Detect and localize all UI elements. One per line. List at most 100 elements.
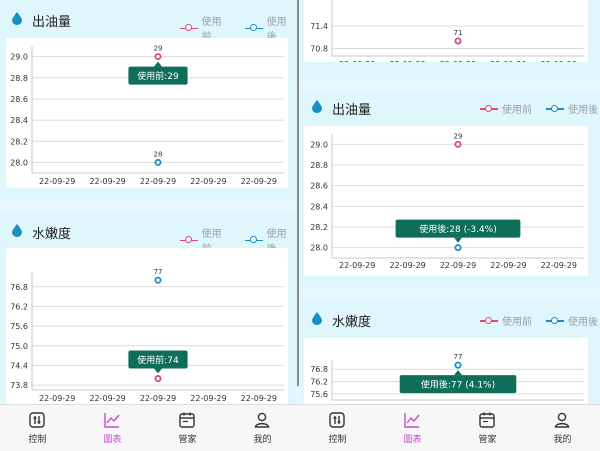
legend-before: 使用前: [480, 313, 532, 328]
y-tick-label: 29.0: [310, 140, 328, 149]
legend-before-marker: [480, 316, 498, 325]
oil-chart: 29.0 28.8 28.6 28.4 28.2 28.0 22-09-29 22-09-29…: [310, 132, 584, 270]
data-label: 77: [454, 353, 463, 361]
tab-me-label: 我的: [553, 435, 572, 445]
right-pane[interactable]: 71.4 70.8 22-09-29 22-09-29 22-09-29 22-09-29…: [300, 0, 600, 404]
legend-after: 使用後: [546, 101, 598, 116]
oil-chart-card: 出油量 使用前 使用後 29.0 28.8 28.6 28.4 28.2 28.0 22-0…: [300, 90, 600, 288]
moisture-chart-plot[interactable]: 76.8 76.2 75.6 77 使用後:77 (4.1%): [304, 338, 588, 404]
chart-icon: [104, 413, 120, 428]
previous-chart-card: 71.4 70.8 22-09-29 22-09-29 22-09-29 22-09-29…: [300, 0, 600, 80]
data-label: 71: [454, 29, 463, 37]
y-tick-label: 28.4: [10, 116, 28, 125]
x-tick-label: 22-09-29: [89, 394, 125, 403]
x-tick-label: 22-09-29: [190, 394, 226, 403]
tooltip-text: 使用前:74: [137, 354, 179, 366]
y-tick-label: 75.6: [10, 322, 28, 331]
x-tick-label: 22-09-29: [241, 394, 277, 403]
x-tick-label: 22-09-29: [89, 177, 125, 186]
data-label: 77: [154, 268, 163, 276]
left-pane[interactable]: 出油量 使用前 使用後 29.028.828.628.428.228.022-0…: [0, 0, 296, 404]
legend-after-marker: [245, 236, 263, 244]
chart-icon: [404, 413, 420, 428]
x-tick-label: 22-09-29: [440, 261, 476, 270]
tab-control[interactable]: 控制: [0, 405, 75, 451]
chart-title: 水嫩度: [32, 227, 72, 242]
point-before: [454, 140, 462, 148]
y-tick-label: 28.2: [310, 223, 328, 232]
tab-butler[interactable]: 管家: [150, 405, 225, 451]
y-tick-label: 28.8: [10, 74, 28, 83]
calendar-icon: [179, 412, 195, 428]
x-tick-label: 22-09-29: [389, 60, 425, 62]
y-tick-label: 28.4: [310, 202, 328, 211]
legend-before-label: 使用前: [502, 105, 532, 116]
tab-control-label: 控制: [28, 435, 47, 445]
sliders-icon: [29, 412, 45, 428]
tooltip-text: 使用前:29: [137, 70, 179, 82]
y-tick-label: 70.8: [310, 45, 328, 54]
y-tick-label: 76.8: [310, 365, 328, 374]
y-tick-label: 71.4: [310, 22, 328, 31]
tooltip-arrow: [454, 370, 462, 376]
x-tick-label: 22-09-29: [541, 261, 577, 270]
y-tick-label: 76.2: [10, 302, 28, 311]
tooltip: 使用後:28 (-3.4%): [395, 219, 521, 243]
tab-me[interactable]: 我的: [225, 405, 300, 451]
point-after: [154, 158, 162, 166]
legend-before-marker: [180, 24, 198, 32]
legend-before-label: 使用前: [502, 317, 532, 328]
pane-divider-line: [297, 0, 299, 386]
moisture-chart-plot[interactable]: 76.8 76.2 75.6 75.0 74.4 73.8 22-09-29 22-09-29…: [6, 248, 288, 404]
x-tick-label: 22-09-29: [541, 60, 577, 62]
moisture-chart: 76.8 76.2 75.6 77 使用後:77 (4.1%): [310, 353, 584, 401]
legend-after-label: 使用後: [568, 317, 598, 328]
y-tick-label: 74.4: [10, 361, 28, 370]
tab-charts[interactable]: 圖表: [375, 405, 450, 451]
point-before: [154, 375, 162, 383]
y-tick-label: 28.0: [310, 244, 328, 253]
point-before: [154, 53, 162, 61]
previous-chart-plot[interactable]: 71.4 70.8 22-09-29 22-09-29 22-09-29 22-09-29…: [304, 0, 588, 69]
point-after: [454, 361, 462, 369]
water-drop-icon: [312, 100, 322, 113]
oil-chart-plot[interactable]: 29.0 28.8 28.6 28.4 28.2 28.0 22-09-29 22-09-29…: [6, 38, 288, 188]
tab-control[interactable]: 控制: [300, 405, 375, 451]
y-tick-label: 28.2: [10, 137, 28, 146]
legend-before: 使用前: [480, 101, 532, 116]
sliders-icon: [329, 412, 345, 428]
chart-title: 出油量: [332, 103, 372, 118]
y-tick-label: 28.6: [10, 95, 28, 104]
tab-me-label: 我的: [253, 435, 272, 445]
water-drop-icon: [12, 12, 22, 25]
x-tick-label: 22-09-29: [339, 261, 375, 270]
tab-control-label: 控制: [328, 435, 347, 445]
data-label: 28: [154, 150, 163, 158]
tab-me[interactable]: 我的: [525, 405, 600, 451]
tooltip: 使用前:74: [128, 350, 188, 374]
user-icon: [254, 412, 270, 428]
oil-chart-plot[interactable]: 29.0 28.8 28.6 28.4 28.2 28.0 22-09-29 22-09-29…: [304, 126, 588, 276]
x-tick-label: 22-09-29: [440, 60, 476, 62]
x-tick-label: 22-09-29: [190, 177, 226, 186]
legend-after-marker: [245, 24, 263, 32]
tooltip: 使用後:77 (4.1%): [399, 370, 517, 394]
y-tick-label: 28.6: [310, 182, 328, 191]
point-before: [454, 37, 462, 45]
y-tick-label: 75.6: [310, 390, 328, 399]
y-tick-label: 76.8: [10, 283, 28, 292]
bottom-tab-bar: 控制 圖表 管家 我的 控制 圖表 管家 我的: [0, 404, 600, 451]
x-tick-label: 22-09-29: [39, 177, 75, 186]
tab-butler[interactable]: 管家: [450, 405, 525, 451]
y-tick-label: 75.0: [10, 342, 28, 351]
tooltip-text: 使用後:77 (4.1%): [421, 379, 495, 391]
x-tick-label: 22-09-29: [490, 261, 526, 270]
moisture-chart-card: 水嫩度 使用前 使用後 76.8 76.2 75.6 77 使用後:77 (4.1%): [300, 300, 600, 404]
legend-before-marker: [180, 236, 198, 244]
chart-legend: 使用前 使用後: [466, 313, 598, 328]
legend-after-marker: [546, 104, 564, 113]
tab-charts[interactable]: 圖表: [75, 405, 150, 451]
x-tick-label: 22-09-29: [39, 394, 75, 403]
chart-title: 出油量: [32, 15, 72, 30]
point-after: [454, 244, 462, 252]
